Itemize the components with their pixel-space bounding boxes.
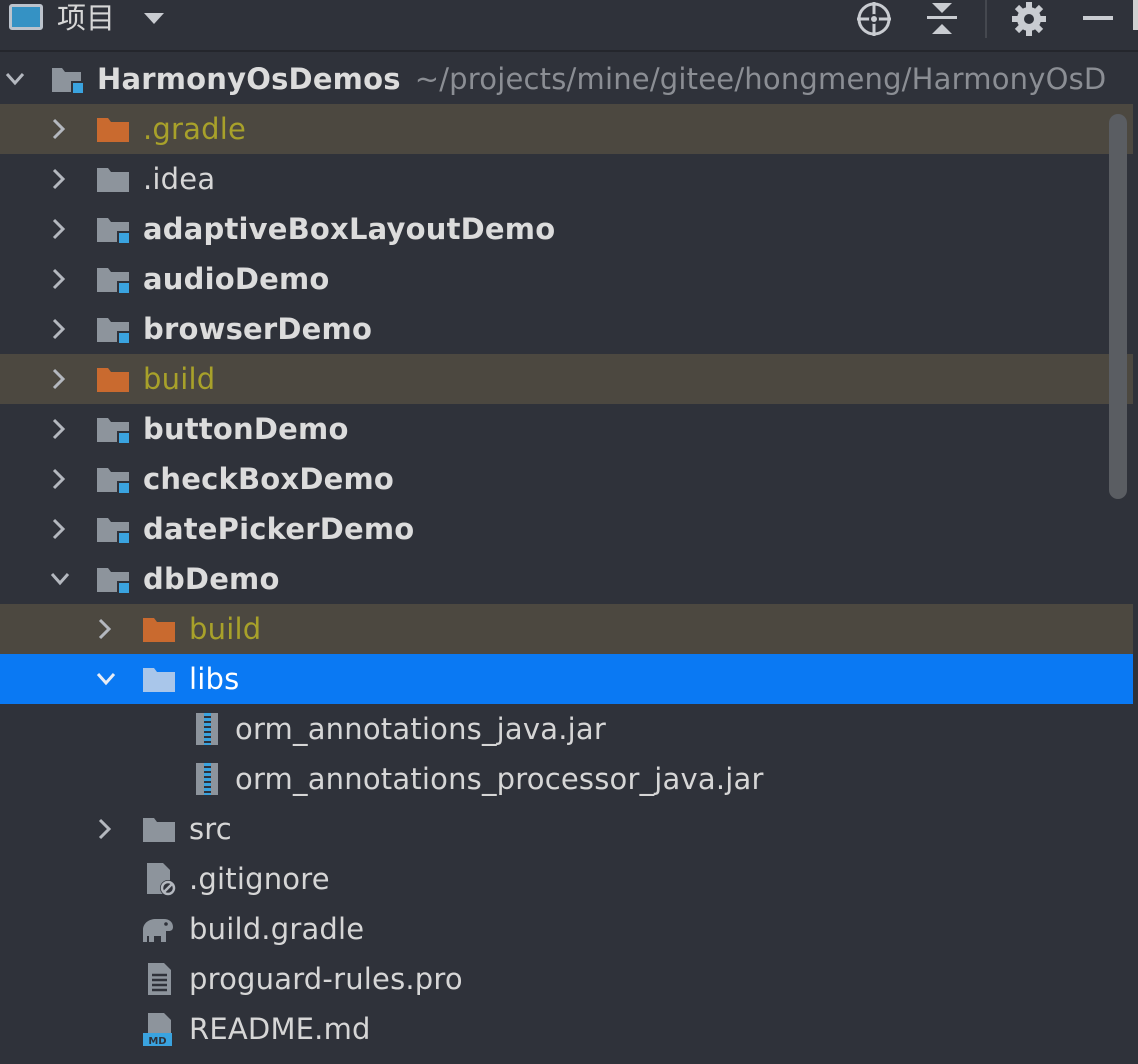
collapse-all-icon[interactable] [923,0,961,38]
tree-item-label: proguard-rules.pro [189,962,463,996]
root-project-path: ~/projects/mine/gitee/hongmeng/HarmonyOs… [414,62,1107,96]
project-view-icon [9,4,43,30]
tree-row[interactable]: buttonDemo [0,404,1133,454]
chevron-right-icon[interactable] [47,167,69,191]
vertical-scrollbar[interactable] [1109,114,1127,499]
chevron-right-icon[interactable] [47,467,69,491]
toolbar-separator [985,0,987,38]
tree-row[interactable]: orm_annotations_java.jar [0,704,1133,754]
tree-item-label: src [189,812,232,846]
tree-row[interactable]: orm_annotations_processor_java.jar [0,754,1133,804]
tree-row[interactable]: build [0,604,1133,654]
module-folder-icon [97,418,131,445]
tree-item-label: buttonDemo [143,412,349,446]
tree-item-label: .gitignore [189,862,330,896]
minimize-icon[interactable] [1080,0,1118,38]
locate-target-icon[interactable] [855,0,893,38]
tree-item-label: build [143,362,216,396]
chevron-down-icon[interactable] [4,67,26,91]
tree-item-label: dbDemo [143,562,280,596]
text-file-icon [148,963,171,995]
tree-row[interactable]: audioDemo [0,254,1133,304]
excluded-folder-icon [97,368,129,392]
chevron-right-icon[interactable] [47,367,69,391]
tree-row[interactable]: .idea [0,154,1133,204]
tree-row[interactable]: build.gradle [0,904,1133,954]
tree-row[interactable]: browserDemo [0,304,1133,354]
tool-window-header: 项目 [0,0,1138,52]
tree-row[interactable]: MD README.md [0,1004,1133,1054]
jar-archive-icon [196,763,218,795]
tree-item-label: .idea [143,162,216,196]
tool-window-title[interactable]: 项目 [57,0,115,36]
chevron-right-icon[interactable] [47,517,69,541]
chevron-down-icon[interactable] [49,567,71,591]
excluded-folder-icon [97,118,129,142]
module-folder-icon [97,518,131,545]
tree-item-label: orm_annotations_processor_java.jar [235,762,764,796]
module-folder-icon [97,268,131,295]
tree-row[interactable]: .gradle [0,104,1133,154]
tree-item-label: browserDemo [143,312,373,346]
tree-row-root[interactable]: HarmonyOsDemos ~/projects/mine/gitee/hong… [0,54,1133,104]
project-tree[interactable]: HarmonyOsDemos ~/projects/mine/gitee/hong… [0,54,1138,1064]
ignored-file-icon [147,863,176,896]
module-folder-icon [52,68,85,95]
chevron-right-icon[interactable] [93,817,115,841]
folder-icon [143,818,175,842]
folder-icon [143,668,175,692]
chevron-right-icon[interactable] [47,217,69,241]
tree-row[interactable]: build [0,354,1133,404]
chevron-right-icon[interactable] [47,317,69,341]
module-folder-icon [97,218,131,245]
tree-item-label: orm_annotations_java.jar [235,712,607,746]
tree-item-label: adaptiveBoxLayoutDemo [143,212,556,246]
svg-text:MD: MD [148,1036,166,1046]
tree-row-selected[interactable]: libs [0,654,1133,704]
excluded-folder-icon [143,618,175,642]
chevron-right-icon[interactable] [47,117,69,141]
chevron-right-icon[interactable] [47,267,69,291]
root-project-label: HarmonyOsDemos ~/projects/mine/gitee/hong… [97,54,1106,104]
root-project-name: HarmonyOsDemos [97,62,401,96]
chevron-right-icon[interactable] [47,417,69,441]
tree-item-label: audioDemo [143,262,330,296]
chevron-down-icon[interactable] [95,667,117,691]
folder-icon [97,168,129,192]
markdown-file-icon: MD [143,1013,172,1046]
tree-row[interactable]: src [0,804,1133,854]
tree-item-label: .gradle [143,112,247,146]
tree-item-label: libs [189,662,240,696]
tree-row[interactable]: datePickerDemo [0,504,1133,554]
module-folder-icon [97,568,131,595]
tree-item-label: README.md [189,1012,371,1046]
tree-row[interactable]: proguard-rules.pro [0,954,1133,1004]
module-folder-icon [97,318,131,345]
settings-gear-icon[interactable] [1010,0,1048,38]
module-folder-icon [97,468,131,495]
dropdown-arrow-icon[interactable] [141,8,167,28]
tree-row[interactable]: .gitignore [0,854,1133,904]
tree-item-label: build [189,612,262,646]
tree-item-label: checkBoxDemo [143,462,394,496]
tree-row[interactable]: dbDemo [0,554,1133,604]
window-edge [1133,0,1138,30]
tree-item-label: datePickerDemo [143,512,415,546]
chevron-right-icon[interactable] [93,617,115,641]
jar-archive-icon [196,713,218,745]
gradle-elephant-icon [143,919,173,942]
tree-row[interactable]: checkBoxDemo [0,454,1133,504]
tree-row[interactable]: adaptiveBoxLayoutDemo [0,204,1133,254]
tree-item-label: build.gradle [189,912,365,946]
